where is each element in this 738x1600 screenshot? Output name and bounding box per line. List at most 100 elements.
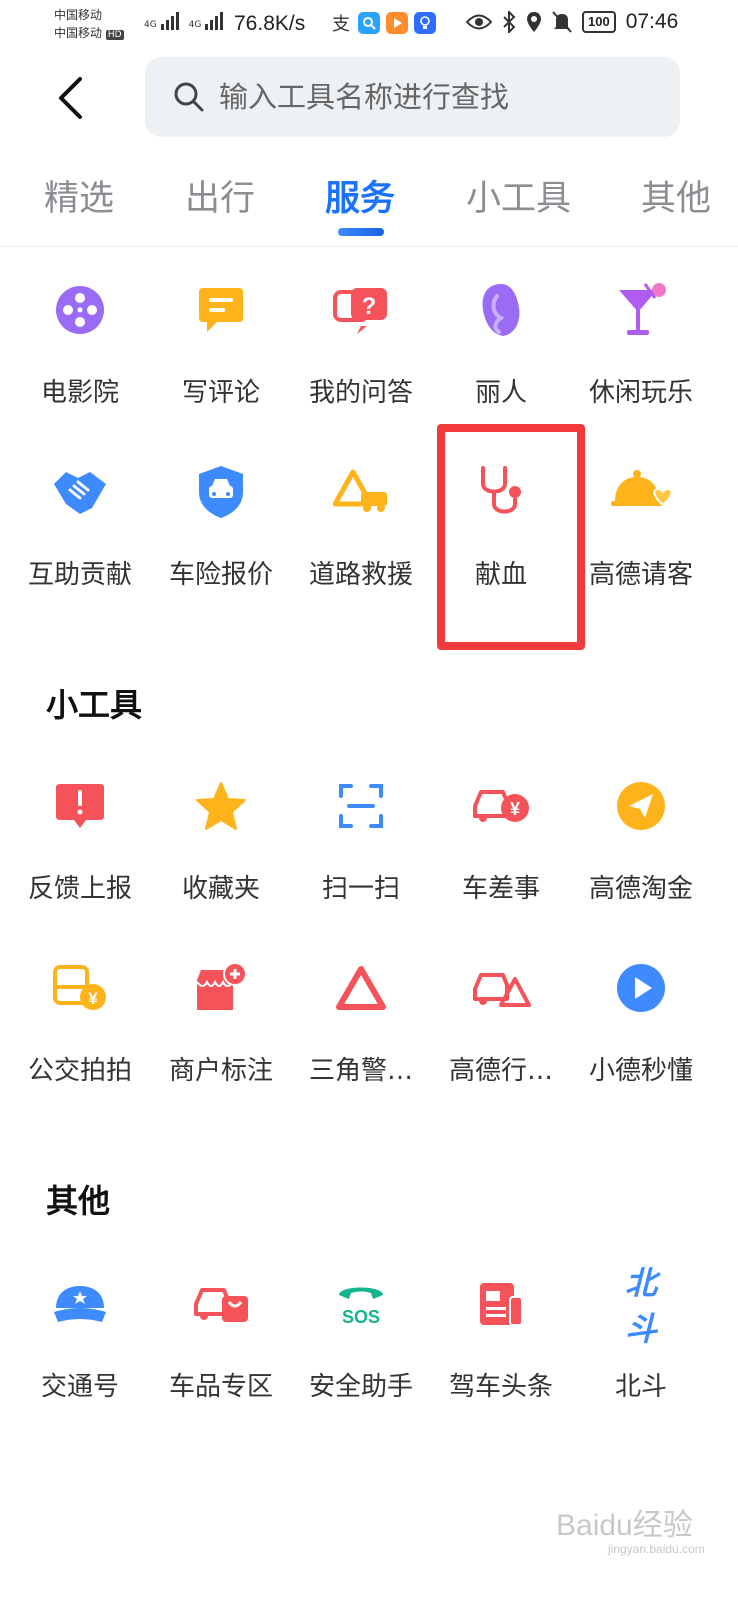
- signal-bars-2-icon: 4G: [189, 12, 224, 30]
- grid-item-label: 小德秒懂: [588, 1056, 693, 1086]
- tabs-divider: [0, 246, 738, 247]
- bulb-app-icon: [414, 12, 436, 34]
- road-rescue-icon: [331, 462, 391, 522]
- shop-add-icon: [191, 958, 251, 1018]
- search-bar[interactable]: [145, 57, 680, 137]
- hd-badge: HD: [105, 30, 124, 40]
- grid-item-traffic-account[interactable]: 交通号: [6, 1274, 154, 1434]
- grid-item-car-products[interactable]: 车品专区: [147, 1274, 295, 1434]
- tab-services[interactable]: 服务: [325, 170, 395, 221]
- paper-plane-icon: [611, 776, 671, 836]
- grid-item-beauty[interactable]: 丽人: [427, 280, 575, 440]
- beidou-logo-text: 北斗: [624, 1264, 657, 1348]
- grid-item-feedback[interactable]: 反馈上报: [6, 776, 154, 936]
- grid-item-car-errand[interactable]: ¥ 车差事: [427, 776, 575, 936]
- grid-item-label: 交通号: [40, 1372, 119, 1402]
- clock: 07:46: [625, 10, 679, 33]
- grid-item-label: 公交拍拍: [27, 1056, 132, 1086]
- film-reel-icon: [50, 280, 110, 340]
- grid-item-beidou[interactable]: 北斗 北斗: [567, 1264, 715, 1434]
- grid-item-amap-treat[interactable]: 高德请客: [567, 462, 715, 622]
- car-triangle-icon: [471, 958, 531, 1018]
- grid-item-label: 高德请客: [588, 560, 693, 590]
- system-icons: 100 07:46: [466, 10, 678, 34]
- eye-icon: [466, 14, 492, 30]
- grid-item-merchant-mark[interactable]: 商户标注: [147, 958, 295, 1118]
- location-icon: [527, 12, 541, 32]
- grid-item-road-rescue[interactable]: 道路救援: [287, 462, 435, 622]
- grid-item-label: 丽人: [474, 378, 527, 408]
- grid-item-leisure[interactable]: 休闲玩乐: [567, 280, 715, 440]
- grid-item-mutual-aid[interactable]: 互助贡献: [6, 462, 154, 622]
- chevron-left-icon: [59, 77, 82, 119]
- carrier-info: 中国移动 中国移动 HD: [54, 6, 124, 44]
- grid-item-label: 扫一扫: [321, 874, 400, 904]
- grid-item-label: 电影院: [40, 378, 119, 408]
- grid-item-label: 休闲玩乐: [588, 378, 693, 408]
- grid-item-my-qa[interactable]: ? 我的问答: [287, 280, 435, 440]
- svg-text:¥: ¥: [510, 799, 520, 819]
- grid-item-label: 我的问答: [308, 378, 413, 408]
- carrier-1: 中国移动: [54, 8, 103, 22]
- tab-travel[interactable]: 出行: [185, 170, 255, 221]
- grid-item-label: 商户标注: [168, 1056, 273, 1086]
- grid-item-label: 高德行…: [448, 1056, 553, 1086]
- grid-item-label: 三角警…: [308, 1056, 413, 1086]
- svg-text:?: ?: [362, 293, 377, 320]
- grid-item-label: 驾车头条: [448, 1372, 553, 1402]
- feedback-alert-icon: [50, 776, 110, 836]
- grid-item-label: 高德淘金: [588, 874, 693, 904]
- back-button[interactable]: [48, 68, 92, 128]
- grid-item-favorites[interactable]: 收藏夹: [147, 776, 295, 936]
- grid-item-bus-photo[interactable]: ¥ 公交拍拍: [6, 958, 154, 1118]
- signal-bars-1-icon: 4G: [144, 12, 179, 30]
- grid-item-label: 互助贡献: [27, 560, 132, 590]
- video-app-icon: [386, 12, 408, 34]
- signal-icons: 4G 4G: [144, 12, 224, 30]
- grid-item-label: 车品专区: [168, 1372, 273, 1402]
- car-shield-icon: [191, 462, 251, 522]
- grid-item-label: 写评论: [181, 378, 260, 408]
- active-tab-indicator: [338, 228, 384, 236]
- tab-featured[interactable]: 精选: [44, 170, 114, 221]
- notification-icons: 支: [330, 12, 436, 35]
- grid-item-amap-gold[interactable]: 高德淘金: [567, 776, 715, 936]
- search-input[interactable]: [217, 79, 641, 115]
- grid-item-cinema[interactable]: 电影院: [6, 280, 154, 440]
- tab-tools[interactable]: 小工具: [466, 170, 571, 221]
- qa-bubble-icon: ?: [331, 280, 391, 340]
- grid-item-amap-driving[interactable]: 高德行…: [427, 958, 575, 1118]
- scan-icon: [331, 776, 391, 836]
- network-speed: 76.8K/s: [234, 12, 306, 35]
- grid-item-label: 道路救援: [308, 560, 413, 590]
- battery-indicator: 100: [582, 11, 616, 33]
- svg-text:¥: ¥: [88, 989, 98, 1008]
- grid-item-label: 反馈上报: [27, 874, 132, 904]
- news-icon: [471, 1274, 531, 1334]
- grid-item-car-insurance[interactable]: 车险报价: [147, 462, 295, 622]
- beauty-face-icon: [471, 280, 531, 340]
- alipay-icon: 支: [332, 14, 350, 35]
- car-bag-icon: [191, 1274, 251, 1334]
- search-icon: [174, 82, 204, 112]
- status-bar: 中国移动 中国移动 HD 4G 4G 76.8K/s 支 100 07:46: [0, 0, 738, 48]
- grid-item-label: 安全助手: [308, 1372, 413, 1402]
- bus-yen-icon: ¥: [50, 958, 110, 1018]
- play-icon: [611, 958, 671, 1018]
- search-app-icon: [358, 12, 380, 34]
- tab-other[interactable]: 其他: [641, 170, 711, 221]
- svg-text:SOS: SOS: [342, 1307, 380, 1327]
- grid-item-driving-news[interactable]: 驾车头条: [427, 1274, 575, 1434]
- grid-item-warning-triangle[interactable]: 三角警…: [287, 958, 435, 1118]
- section-title-other: 其他: [46, 1182, 111, 1220]
- grid-item-safety-assistant[interactable]: SOS 安全助手: [287, 1274, 435, 1434]
- comment-icon: [191, 280, 251, 340]
- beidou-logo: 北斗: [611, 1264, 671, 1348]
- grid-item-scan[interactable]: 扫一扫: [287, 776, 435, 936]
- highlight-box: [437, 424, 585, 650]
- grid-item-write-review[interactable]: 写评论: [147, 280, 295, 440]
- warning-triangle-icon: [331, 958, 391, 1018]
- bluetooth-icon: [503, 11, 516, 33]
- grid-item-xiaode-explain[interactable]: 小德秒懂: [567, 958, 715, 1118]
- car-yen-icon: ¥: [471, 776, 531, 836]
